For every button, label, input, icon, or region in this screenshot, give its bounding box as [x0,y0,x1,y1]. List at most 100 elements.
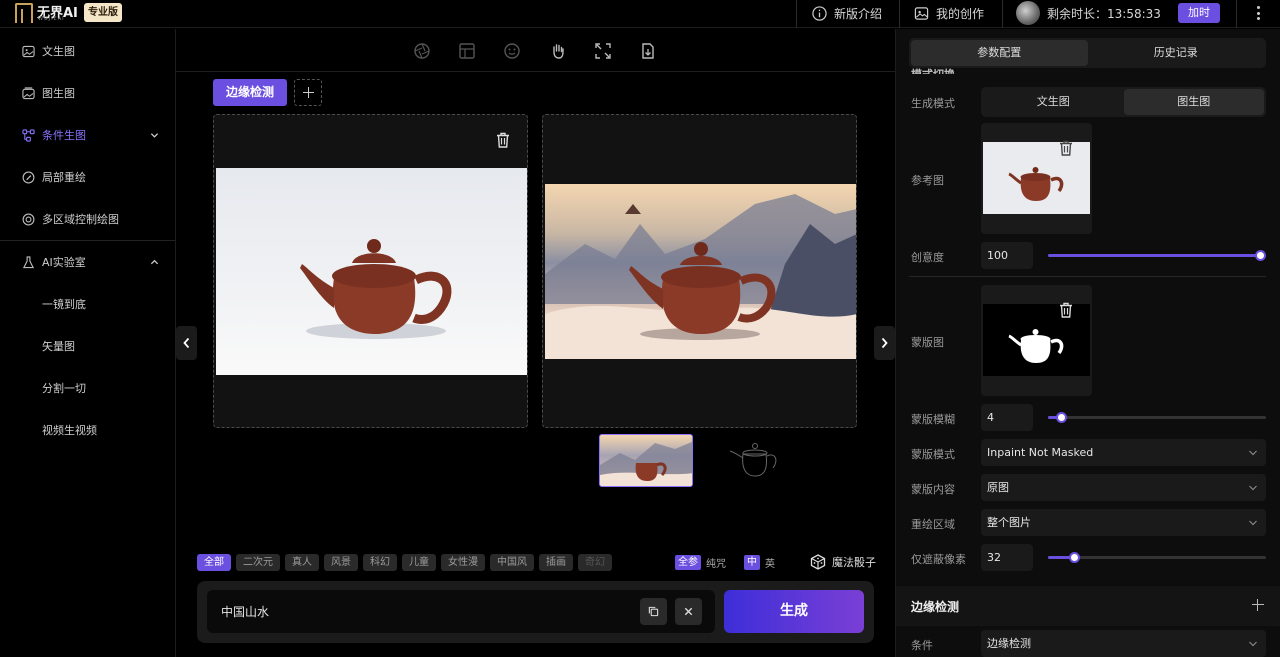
sidebar-item-label: 文生图 [42,45,75,58]
tab-edge-detection[interactable]: 边缘检测 [213,79,287,106]
sidebar-item-one-take[interactable]: 一镜到底 [0,293,175,315]
news-button[interactable]: 新版介绍 [812,0,882,26]
section-title: 边缘检测 [911,600,960,614]
chevron-down-icon[interactable] [150,131,159,140]
aperture-icon[interactable] [413,42,431,60]
style-chip[interactable]: 儿童 [402,554,436,571]
style-chip[interactable]: 全部 [197,554,231,571]
style-chip[interactable]: 插画 [539,554,573,571]
style-chip[interactable]: 奇幻 [578,554,612,571]
copy-button[interactable] [640,598,667,625]
style-chip[interactable]: 中国风 [490,554,534,571]
prompt-bar: 生成 [197,581,874,643]
sidebar-item-conditional[interactable]: 条件生图 [0,124,175,146]
slider-knob[interactable] [1069,552,1080,563]
slider-knob[interactable] [1255,250,1266,261]
hand-icon[interactable] [549,42,567,60]
trash-icon[interactable] [1059,302,1073,318]
tab-history[interactable]: 历史记录 [1088,40,1265,66]
more-menu-icon[interactable] [1252,4,1264,22]
mask-image-box[interactable] [981,285,1092,396]
teapot-outline-illustration [729,443,777,477]
mask-pixels-slider[interactable] [1048,552,1266,563]
layout-icon[interactable] [458,42,476,60]
creativity-input[interactable]: 100 [981,242,1033,269]
prev-arrow-button[interactable] [176,326,197,360]
mask-content-select[interactable]: 原图 [981,474,1266,501]
thumbnail-illustration [600,441,692,486]
next-arrow-button[interactable] [874,326,895,360]
sidebar-item-ai-lab[interactable]: AI实验室 [0,251,175,273]
clear-button[interactable] [675,598,702,625]
chevron-down-icon [1249,520,1257,526]
lang-option-en[interactable]: 英 [765,555,775,570]
mask-blur-input[interactable]: 4 [981,404,1033,431]
trash-icon[interactable] [496,132,510,148]
sidebar-item-text-to-image[interactable]: 文生图 [0,40,175,62]
style-chip[interactable]: 真人 [285,554,319,571]
sidebar-item-video[interactable]: 视频生视频 [0,419,175,441]
result-thumbnail[interactable] [599,434,693,487]
mask-pixels-input[interactable]: 32 [981,544,1033,571]
mode-option-full[interactable]: 全参 [675,555,701,570]
language-toggle[interactable]: 中 英 [744,554,775,571]
add-icon[interactable] [1252,599,1264,611]
my-creations-button[interactable]: 我的创作 [914,0,984,26]
reference-image-box[interactable] [981,123,1092,234]
style-filter-row: 全部 二次元 真人 风景 科幻 儿童 女性漫 中国风 插画 奇幻 [197,554,612,572]
sidebar-item-segment[interactable]: 分割一切 [0,377,175,399]
gen-mode-toggle[interactable]: 文生图 图生图 [981,87,1266,117]
mask-pixels-label: 仅遮蔽像素 [911,553,966,566]
account-area[interactable]: 剩余时长：13:58:33 [1016,0,1161,26]
image-stack-icon [22,86,35,99]
mask-mode-select[interactable]: Inpaint Not Masked [981,439,1266,466]
style-chip[interactable]: 二次元 [236,554,280,571]
brush-image-icon [22,171,35,183]
image-icon [914,6,929,20]
condition-select[interactable]: 边缘检测 [981,630,1266,657]
mask-content-value: 原图 [987,481,1009,494]
sidebar-item-label: 分割一切 [42,382,86,395]
lang-option-zh[interactable]: 中 [744,555,760,570]
style-chip[interactable]: 女性漫 [441,554,485,571]
sidebar-item-label: AI实验室 [42,256,86,269]
style-chip[interactable]: 风景 [324,554,358,571]
sidebar-item-inpaint[interactable]: 局部重绘 [0,166,175,188]
tab-params[interactable]: 参数配置 [911,40,1088,66]
sidebar-item-vector[interactable]: 矢量图 [0,335,175,357]
chevron-up-icon[interactable] [150,258,159,267]
condition-value: 边缘检测 [987,637,1031,650]
creativity-label: 创意度 [911,251,944,264]
mode-option-pure[interactable]: 纯咒 [706,555,726,570]
avatar[interactable] [1016,1,1040,25]
add-time-button[interactable]: 加时 [1178,3,1220,23]
expand-icon[interactable] [594,42,612,60]
trash-icon[interactable] [1059,140,1073,156]
style-chip[interactable]: 科幻 [363,554,397,571]
edge-map-thumbnail[interactable] [715,434,795,487]
gen-mode-img2img[interactable]: 图生图 [1123,89,1264,115]
gen-mode-text2img[interactable]: 文生图 [983,89,1124,115]
repaint-area-select[interactable]: 整个图片 [981,509,1266,536]
mask-label: 蒙版图 [911,336,944,349]
download-file-icon[interactable] [639,42,657,60]
repaint-area-value: 整个图片 [987,516,1031,529]
divider [909,276,1266,277]
sidebar-item-multi-region[interactable]: 多区域控制绘图 [0,208,175,230]
creativity-slider[interactable] [1048,250,1266,261]
creations-label: 我的创作 [936,6,985,21]
copy-icon [648,606,659,617]
slider-knob[interactable] [1056,412,1067,423]
generate-button[interactable]: 生成 [724,590,864,633]
add-tab-button[interactable] [294,79,322,106]
sidebar-item-image-to-image[interactable]: 图生图 [0,82,175,104]
mask-content-label: 蒙版内容 [911,483,955,496]
news-label: 新版介绍 [834,6,883,21]
prompt-input[interactable] [207,590,715,633]
prompt-mode-toggle[interactable]: 全参 纯咒 [675,554,726,571]
flask-icon [22,255,35,268]
face-icon[interactable] [503,42,521,60]
mask-blur-slider[interactable] [1048,412,1266,423]
mask-blur-label: 蒙版模糊 [911,413,955,426]
magic-dice-button[interactable]: 魔法骰子 [810,554,876,570]
